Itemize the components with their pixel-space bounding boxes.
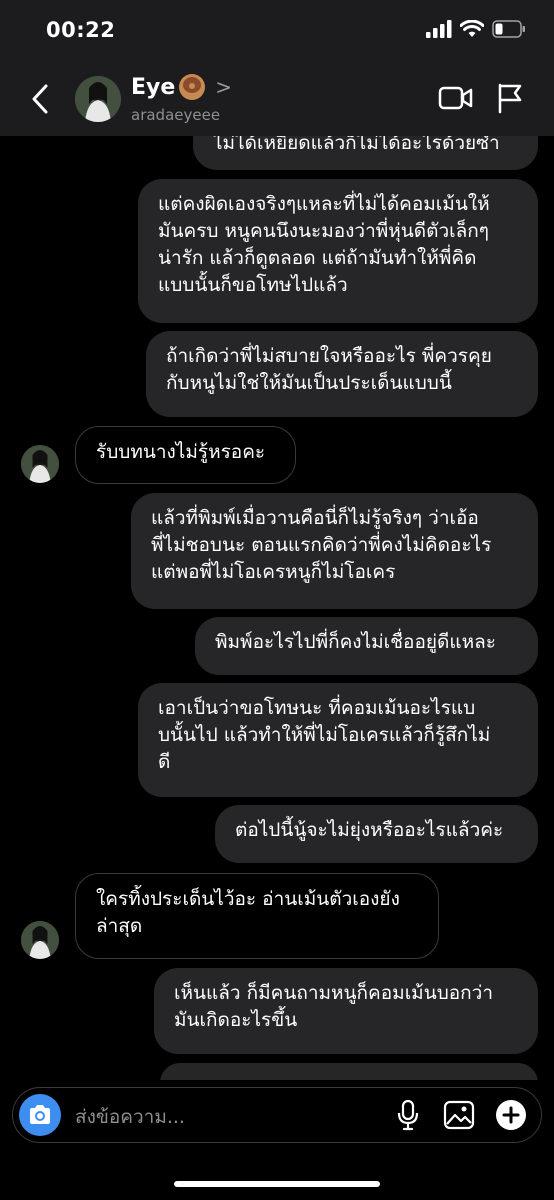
chevron-left-icon[interactable] bbox=[26, 82, 56, 116]
camera-icon bbox=[30, 1105, 50, 1124]
message-bubble-outgoing[interactable]: ไม่ได้เหยียดแล้วก็ไม่ได้อะไรด้วยซ้ำ bbox=[193, 136, 538, 170]
microphone-icon[interactable] bbox=[396, 1099, 420, 1131]
status-time: 00:22 bbox=[46, 18, 116, 42]
camera-button[interactable] bbox=[19, 1094, 61, 1136]
message-composer[interactable]: ส่งข้อความ... bbox=[12, 1087, 542, 1143]
message-bubble-outgoing[interactable]: แต่คงผิดเองจริงๆแหละที่ไม่ได้คอมเม้นให้ … bbox=[138, 179, 538, 323]
chat-header: Eye > aradaeyeee bbox=[0, 62, 554, 136]
avatar[interactable] bbox=[75, 76, 121, 122]
message-bubble-outgoing[interactable]: เห็นแล้ว ก็มีคนถามหนูก็คอมเม้นบอกว่า มัน… bbox=[154, 968, 538, 1054]
message-bubble-outgoing[interactable] bbox=[160, 1063, 538, 1080]
gallery-icon[interactable] bbox=[443, 1100, 475, 1130]
donut-emoji-icon bbox=[179, 74, 206, 100]
message-bubble-outgoing[interactable]: พิมพ์อะไรไปพี่ก็คงไม่เชื่ออยู่ดีแหละ bbox=[195, 617, 538, 675]
wifi-icon bbox=[460, 20, 484, 37]
message-bubble-incoming[interactable]: รับบทนางไม่รู้หรอคะ bbox=[75, 426, 296, 484]
message-bubble-outgoing[interactable]: ถ้าเกิดว่าพี่ไม่สบายใจหรืออะไร พี่ควรคุย… bbox=[146, 331, 538, 417]
avatar[interactable] bbox=[21, 445, 59, 483]
message-bubble-outgoing[interactable]: แล้วที่พิมพ์เมื่อวานคือนี่ก็ไม่รู้จริงๆ … bbox=[131, 493, 538, 609]
status-icons bbox=[426, 20, 526, 38]
message-bubble-outgoing[interactable]: เอาเป็นว่าขอโทษนะ ที่คอมเม้นอะไรแบ บนั้น… bbox=[138, 683, 538, 797]
plus-icon[interactable] bbox=[495, 1099, 527, 1131]
contact-username: aradaeyeee bbox=[131, 106, 221, 124]
message-bubble-outgoing[interactable]: ต่อไปนี้นู้จะไม่ยุ่งหรืออะไรแล้วค่ะ bbox=[215, 805, 538, 863]
signal-icon bbox=[426, 20, 452, 38]
message-input[interactable]: ส่งข้อความ... bbox=[75, 1102, 185, 1132]
video-call-icon[interactable] bbox=[438, 84, 474, 112]
avatar[interactable] bbox=[21, 921, 59, 959]
home-indicator bbox=[174, 1181, 380, 1187]
chevron-right-icon: > bbox=[215, 75, 233, 99]
battery-icon bbox=[492, 20, 525, 38]
status-bar: 00:22 bbox=[0, 0, 554, 62]
contact-name: Eye bbox=[131, 74, 176, 100]
chat-title[interactable]: Eye > bbox=[131, 74, 232, 100]
message-bubble-incoming[interactable]: ใครทิ้งประเด็นไว้อะ อ่านเม้นตัวเองยัง ล่… bbox=[75, 873, 439, 959]
flag-icon[interactable] bbox=[496, 82, 524, 114]
message-list[interactable]: ไม่ได้เหยียดแล้วก็ไม่ได้อะไรด้วยซ้ำ แต่ค… bbox=[0, 136, 554, 1080]
